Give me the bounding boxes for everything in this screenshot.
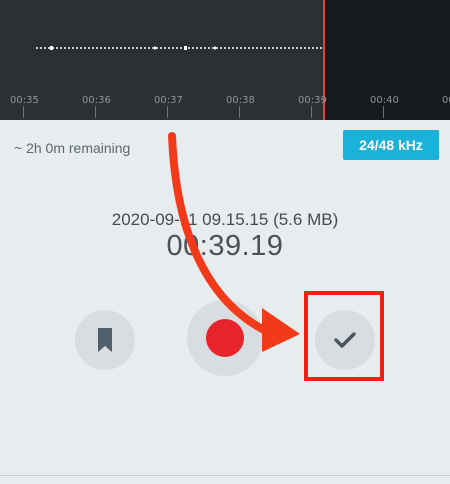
tick-label: 00:38 <box>226 95 255 106</box>
tick-label: 00:40 <box>370 95 399 106</box>
tick-label: 00:37 <box>154 95 183 106</box>
tick-mark <box>239 106 240 118</box>
tick-mark <box>167 106 168 118</box>
tick-label: 00 <box>442 95 450 106</box>
recorder-panel: ~ 2h 0m remaining 24/48 kHz 2020-09-11 0… <box>0 120 450 484</box>
bookmark-icon <box>98 328 112 352</box>
waveform-trace <box>36 46 323 50</box>
tick-mark <box>95 106 96 118</box>
bookmark-button[interactable] <box>75 310 135 370</box>
tick-label: 00:36 <box>82 95 111 106</box>
bottom-divider <box>0 475 450 476</box>
remaining-time-label: ~ 2h 0m remaining <box>14 140 131 156</box>
record-button[interactable] <box>187 300 263 376</box>
tick-label: 00:35 <box>10 95 39 106</box>
record-dot-icon <box>206 319 244 357</box>
annotation-highlight-box <box>304 291 384 381</box>
tick-mark <box>311 106 312 118</box>
recording-filename: 2020-09-11 09.15.15 (5.6 MB) <box>111 210 339 229</box>
sample-rate-button[interactable]: 24/48 kHz <box>343 130 439 160</box>
tick-mark <box>23 106 24 118</box>
tick-mark <box>383 106 384 118</box>
elapsed-time: 00:39.19 <box>166 230 284 262</box>
waveform-timeline[interactable]: 00:35 00:36 00:37 00:38 00:39 00:40 00 <box>0 0 450 120</box>
tick-label: 00:39 <box>298 95 327 106</box>
